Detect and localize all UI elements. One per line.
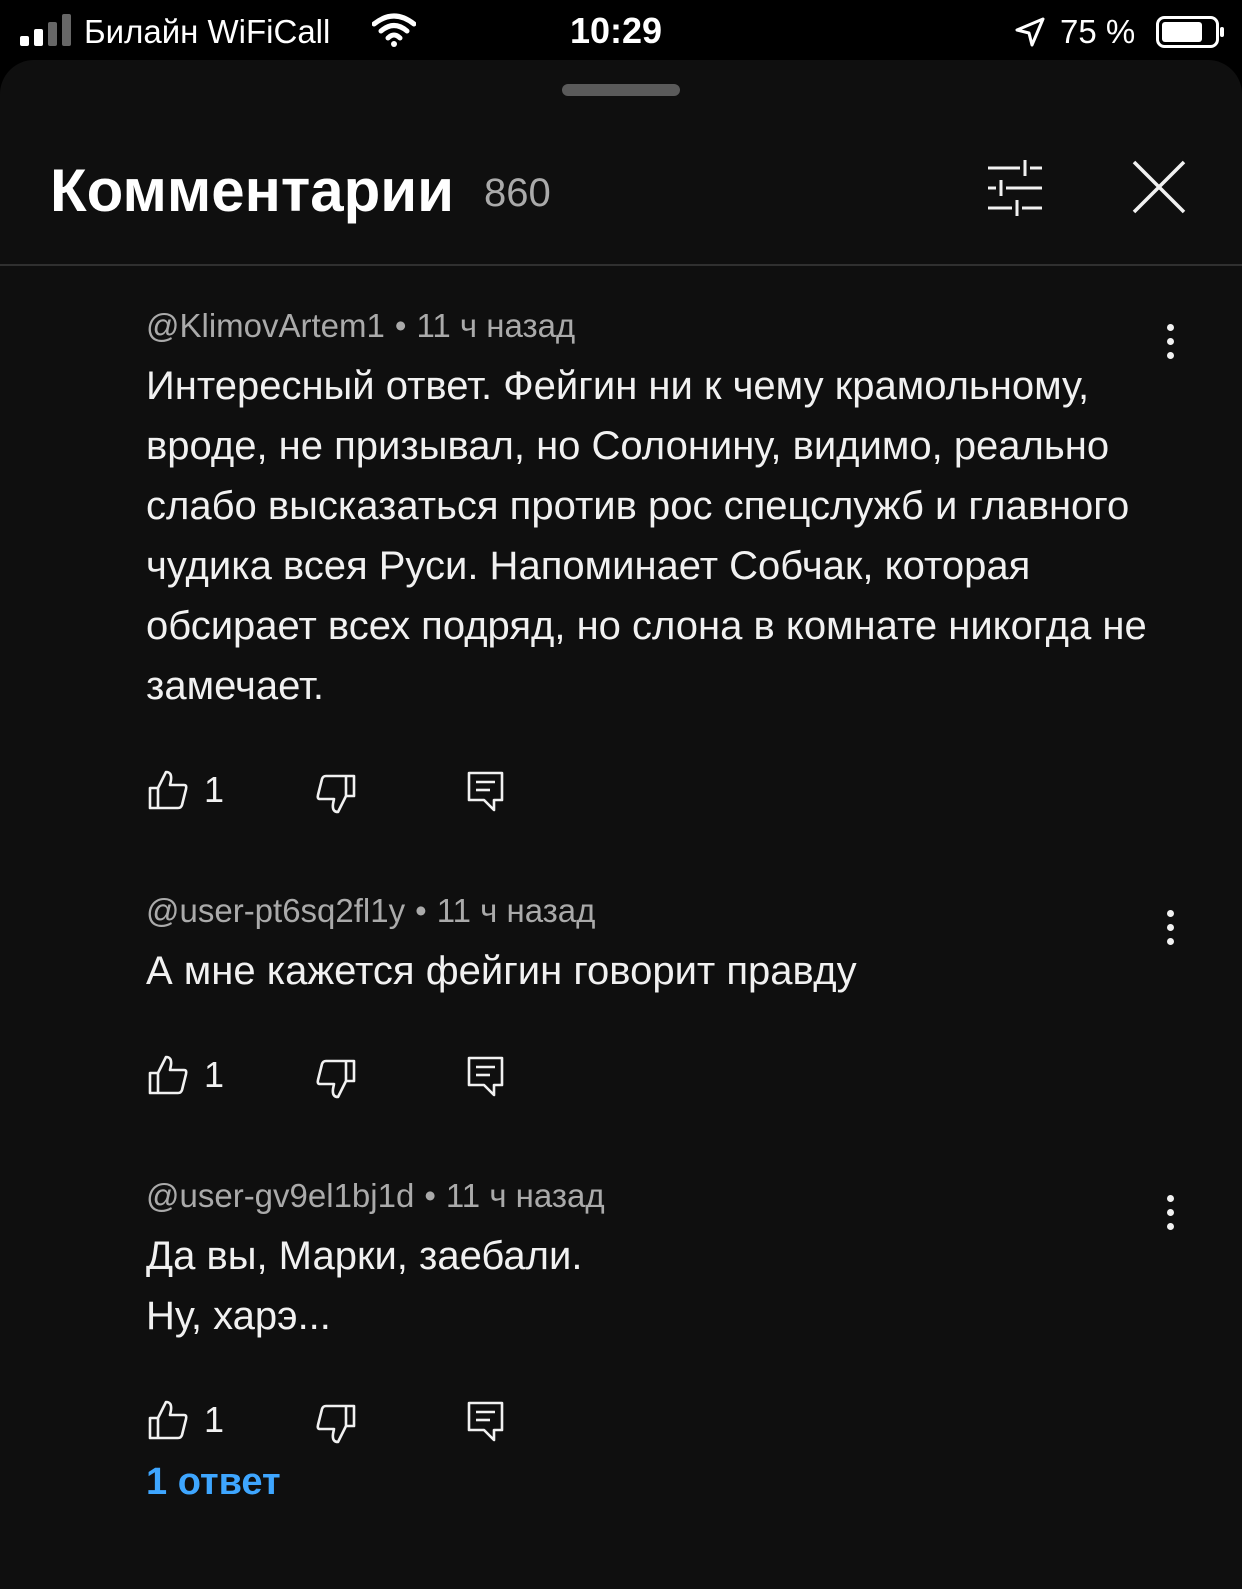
comment-author[interactable]: @user-gv9el1bj1d — [146, 1177, 414, 1214]
comment-meta: @KlimovArtem1 • 11 ч назад — [146, 306, 1206, 346]
comment-text: Интересный ответ. Фейгин ни к чему крамо… — [146, 364, 1147, 708]
meta-separator: • — [424, 1177, 436, 1214]
dislike-button[interactable] — [314, 772, 358, 816]
comment-item: @user-pt6sq2fl1y • 11 ч назад А мне кажетс… — [146, 891, 1206, 1113]
comment-text: Да вы, Марки, заебали. Ну, харэ... — [146, 1226, 1166, 1346]
thumb-up-icon — [148, 1400, 188, 1440]
page-title: Комментарии — [50, 157, 455, 224]
comment-menu-button[interactable] — [1160, 1195, 1180, 1235]
comment-time: 11 ч назад — [416, 307, 576, 344]
filter-sliders-icon — [988, 160, 1042, 216]
comment-meta: @user-gv9el1bj1d • 11 ч назад — [146, 1176, 1206, 1216]
signal-icon — [20, 14, 71, 46]
reply-button[interactable] — [466, 1400, 506, 1444]
battery-percent: 75 % — [1060, 13, 1136, 50]
comment-text: А мне кажется фейгин говорит правду — [146, 949, 857, 993]
more-vertical-icon — [1167, 324, 1174, 331]
dislike-button[interactable] — [314, 1057, 358, 1101]
close-button[interactable] — [1130, 158, 1188, 216]
location-arrow-icon — [1015, 17, 1045, 47]
thumb-up-icon — [148, 770, 188, 810]
thumb-up-icon — [148, 1055, 188, 1095]
comment-meta: @user-pt6sq2fl1y • 11 ч назад — [146, 891, 1206, 931]
like-count: 1 — [204, 769, 225, 810]
comment-text-line: Ну, харэ... — [146, 1294, 331, 1338]
thumb-down-icon — [316, 1059, 356, 1099]
dislike-button[interactable] — [314, 1402, 358, 1446]
comment-menu-button[interactable] — [1160, 324, 1180, 364]
like-count: 1 — [204, 1399, 225, 1440]
reply-icon — [467, 1401, 504, 1442]
reply-button[interactable] — [466, 770, 506, 814]
comment-actions: 1 — [146, 768, 1206, 828]
view-replies-link[interactable]: 1 ответ — [146, 1458, 281, 1506]
thumb-down-icon — [316, 774, 356, 814]
like-button[interactable] — [146, 1053, 190, 1097]
filter-button[interactable] — [986, 158, 1046, 218]
sheet-drag-handle[interactable] — [562, 84, 680, 96]
comment-item: @user-gv9el1bj1d • 11 ч назад Да вы, Марки… — [146, 1176, 1206, 1458]
comment-menu-button[interactable] — [1160, 910, 1180, 950]
thumb-down-icon — [316, 1404, 356, 1444]
meta-separator: • — [394, 307, 407, 344]
comment-author[interactable]: @KlimovArtem1 — [146, 307, 385, 344]
comment-count: 860 — [484, 171, 551, 215]
comment-item: @KlimovArtem1 • 11 ч назад Интересный отве… — [146, 306, 1206, 828]
reply-button[interactable] — [466, 1055, 506, 1099]
reply-icon — [467, 771, 504, 812]
like-count: 1 — [204, 1054, 225, 1095]
status-bar: Билайн WiFiCall 10:29 75 % — [0, 0, 1242, 62]
wifi-icon — [372, 13, 416, 47]
comment-time: 11 ч назад — [436, 892, 596, 929]
battery-icon — [1156, 16, 1224, 48]
comment-author[interactable]: @user-pt6sq2fl1y — [146, 892, 405, 929]
meta-separator: • — [415, 892, 427, 929]
like-button[interactable] — [146, 1398, 190, 1442]
header-divider — [0, 264, 1242, 266]
carrier-name: Билайн WiFiCall — [84, 13, 331, 50]
close-icon — [1132, 160, 1186, 214]
comment-text-line: Да вы, Марки, заебали. — [146, 1234, 583, 1278]
like-button[interactable] — [146, 768, 190, 812]
more-vertical-icon — [1167, 910, 1174, 917]
comment-actions: 1 — [146, 1053, 1206, 1113]
more-vertical-icon — [1167, 1195, 1174, 1202]
comment-time: 11 ч назад — [445, 1177, 605, 1214]
comment-actions: 1 — [146, 1398, 1206, 1458]
clock: 10:29 — [570, 10, 663, 51]
reply-icon — [467, 1056, 504, 1097]
